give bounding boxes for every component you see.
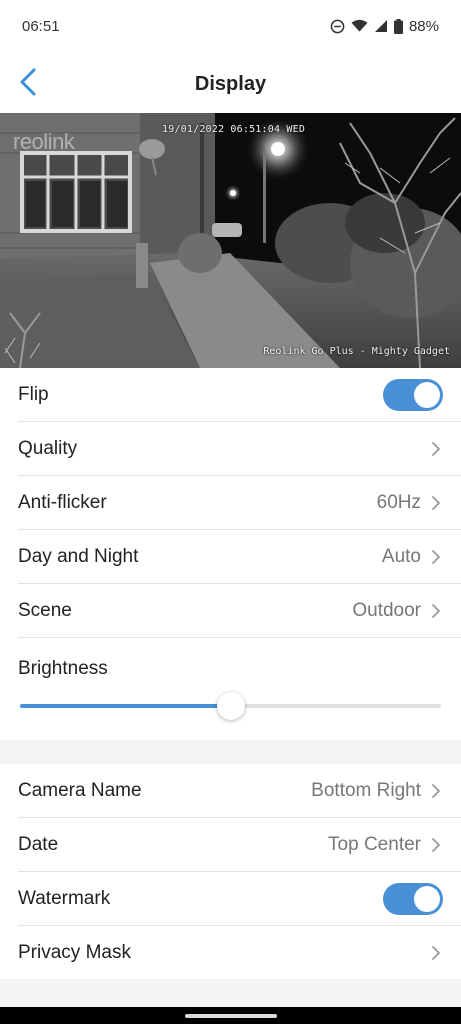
quality-row[interactable]: Quality — [0, 422, 461, 476]
camera-name-label: Camera Name — [18, 780, 142, 801]
camera-preview: reolink 19/01/2022 06:51:04 WED Reolink … — [0, 113, 461, 368]
watermark-row: Watermark — [0, 872, 461, 926]
privacy-mask-label: Privacy Mask — [18, 942, 131, 963]
chevron-right-icon — [429, 604, 443, 618]
battery-percent: 88% — [408, 17, 439, 35]
flip-row: Flip — [0, 368, 461, 422]
battery-icon — [393, 18, 403, 34]
chevron-right-icon — [429, 838, 443, 852]
display-settings-list: Flip Quality Anti-flicker 60Hz Day and N… — [0, 368, 461, 638]
home-gesture-handle[interactable] — [185, 1014, 277, 1018]
wifi-icon — [351, 19, 368, 33]
flip-label: Flip — [18, 384, 49, 405]
status-bar: 06:51 88% — [0, 0, 461, 52]
quality-right — [429, 442, 443, 456]
day-and-night-value: Auto — [381, 546, 421, 567]
brightness-slider-thumb[interactable] — [216, 692, 245, 720]
anti-flicker-label: Anti-flicker — [18, 492, 107, 513]
back-arrow-icon — [19, 68, 37, 101]
chevron-right-icon — [429, 946, 443, 960]
camera-name-value: Bottom Right — [311, 780, 421, 801]
watermark-label: Watermark — [18, 888, 111, 909]
page-title: Display — [194, 72, 267, 95]
anti-flicker-row[interactable]: Anti-flicker 60Hz — [0, 476, 461, 530]
toggle-knob — [414, 382, 440, 408]
cell-signal-icon — [374, 19, 388, 33]
day-and-night-right: Auto — [382, 546, 443, 568]
anti-flicker-value: 60Hz — [376, 492, 421, 513]
brightness-slider-fill — [20, 704, 231, 708]
date-label: Date — [18, 834, 59, 855]
date-row[interactable]: Date Top Center — [0, 818, 461, 872]
chevron-right-icon — [429, 550, 443, 564]
chevron-right-icon — [429, 442, 443, 456]
scene-value: Outdoor — [352, 600, 421, 621]
camera-name-row[interactable]: Camera Name Bottom Right — [0, 764, 461, 818]
date-value: Top Center — [328, 834, 421, 855]
flip-toggle[interactable] — [383, 379, 443, 411]
brightness-section: Brightness — [0, 637, 461, 740]
day-and-night-row[interactable]: Day and Night Auto — [0, 530, 461, 584]
scene-row[interactable]: Scene Outdoor — [0, 584, 461, 638]
privacy-mask-row[interactable]: Privacy Mask — [0, 926, 461, 980]
status-icons: 88% — [330, 18, 439, 35]
quality-label: Quality — [18, 438, 78, 459]
camera-name-right: Bottom Right — [311, 780, 443, 802]
osd-settings-list: Camera Name Bottom Right Date Top Center… — [0, 764, 461, 980]
privacy-mask-right — [429, 946, 443, 960]
brightness-slider[interactable] — [20, 692, 441, 720]
toggle-knob — [414, 886, 440, 912]
camera-name-overlay: Reolink Go Plus - Mighty Gadget — [263, 346, 450, 357]
watermark-toggle[interactable] — [383, 883, 443, 915]
reolink-logo: reolink — [13, 129, 75, 154]
app-header: Display — [0, 56, 461, 112]
do-not-disturb-icon — [330, 19, 345, 34]
anti-flicker-right: 60Hz — [377, 492, 443, 514]
day-and-night-label: Day and Night — [18, 546, 139, 567]
chevron-right-icon — [429, 496, 443, 510]
date-overlay: 19/01/2022 06:51:04 WED — [162, 124, 306, 135]
date-right: Top Center — [328, 834, 443, 856]
bottom-spacer — [0, 979, 461, 1007]
status-time: 06:51 — [22, 17, 60, 35]
brightness-label: Brightness — [18, 658, 108, 679]
back-button[interactable] — [8, 64, 48, 104]
section-divider — [0, 740, 461, 764]
chevron-right-icon — [429, 784, 443, 798]
scene-right: Outdoor — [352, 600, 443, 622]
scene-label: Scene — [18, 600, 72, 621]
